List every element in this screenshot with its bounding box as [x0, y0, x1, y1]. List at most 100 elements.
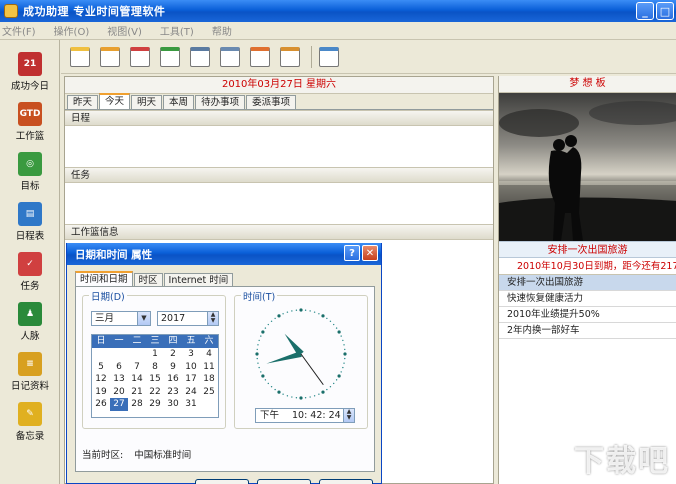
tab-3[interactable]: 本周: [163, 95, 195, 109]
toolbar: [61, 40, 676, 74]
calendar-day[interactable]: 23: [164, 386, 182, 399]
time-groupbox: 时间(T) 下午 10: 42: 24 ▲ ▼: [234, 289, 368, 429]
toolbar-button-5[interactable]: [217, 44, 243, 70]
toolbar-button-6[interactable]: [247, 44, 273, 70]
weekday-header: 日一二三四五六: [92, 335, 218, 348]
calendar-day[interactable]: 11: [200, 361, 218, 374]
calendar-day[interactable]: 27: [110, 398, 128, 411]
calendar-day[interactable]: 5: [92, 361, 110, 374]
cancel-button[interactable]: [257, 479, 311, 484]
calendar-day[interactable]: 21: [128, 386, 146, 399]
calendar-day[interactable]: 4: [200, 348, 218, 361]
nav-item-2[interactable]: ◎ 目标: [0, 146, 60, 192]
calendar-day[interactable]: 13: [110, 373, 128, 386]
ok-button[interactable]: [195, 479, 249, 484]
tab-1[interactable]: 今天: [99, 93, 131, 109]
calendar-day[interactable]: 22: [146, 386, 164, 399]
alarm-clock-icon: [280, 46, 300, 67]
calendar-day[interactable]: 25: [200, 386, 218, 399]
calendar-day[interactable]: 3: [182, 348, 200, 361]
calendar-day[interactable]: 8: [146, 361, 164, 374]
schedule-list[interactable]: [65, 126, 493, 167]
calendar-empty-cell: [200, 398, 218, 411]
time-stepper[interactable]: 下午 10: 42: 24 ▲ ▼: [255, 408, 355, 423]
calendar-day[interactable]: 17: [182, 373, 200, 386]
timezone-info: 当前时区: 中国标准时间: [82, 447, 191, 461]
calendar-day[interactable]: 18: [200, 373, 218, 386]
calendar-day[interactable]: 1: [146, 348, 164, 361]
clock-minute-marker: [282, 313, 284, 315]
nav-item-4[interactable]: ✓ 任务: [0, 246, 60, 292]
tab-5[interactable]: 委派事项: [246, 95, 297, 109]
calendar-day[interactable]: 29: [146, 398, 164, 411]
toolbar-button-7[interactable]: [277, 44, 303, 70]
tab-2[interactable]: 明天: [131, 95, 163, 109]
goal-list-item[interactable]: 2010年业绩提升50%: [499, 307, 676, 323]
calendar-day[interactable]: 31: [182, 398, 200, 411]
calendar-day[interactable]: 30: [164, 398, 182, 411]
calendar-day[interactable]: 9: [164, 361, 182, 374]
minimize-button[interactable]: _: [636, 2, 654, 20]
toolbar-button-2[interactable]: [127, 44, 153, 70]
date-time-properties-dialog: 日期和时间 属性 ? ✕ 时间和日期 时区 Internet 时间 日期(D) 三月…: [66, 243, 382, 484]
window-title: 成功助理 专业时间管理软件: [23, 5, 166, 18]
calendar-day[interactable]: 7: [128, 361, 146, 374]
clock-minute-marker: [343, 362, 345, 364]
menu-file[interactable]: 文件(F): [2, 23, 36, 38]
toolbar-button-0[interactable]: [67, 44, 93, 70]
dialog-close-button[interactable]: ✕: [362, 245, 378, 261]
calendar-day[interactable]: 26: [92, 398, 110, 411]
toolbar-button-4[interactable]: [187, 44, 213, 70]
apply-button[interactable]: [319, 479, 373, 484]
calendar-day[interactable]: 10: [182, 361, 200, 374]
calendar-day[interactable]: 19: [92, 386, 110, 399]
nav-item-7[interactable]: ✎ 备忘录: [0, 396, 60, 442]
nav-item-3[interactable]: ▤ 日程表: [0, 196, 60, 242]
menu-tools[interactable]: 工具(T): [160, 23, 194, 38]
dialog-tab-0[interactable]: 时间和日期: [75, 271, 133, 287]
menu-operate[interactable]: 操作(O): [54, 23, 90, 38]
list-document-icon: [190, 46, 210, 67]
nav-item-6[interactable]: ≡ 日记资料: [0, 346, 60, 392]
calendar-day[interactable]: 2: [164, 348, 182, 361]
contacts-icon: ♟: [18, 302, 42, 326]
task-check-icon: ✓: [18, 252, 42, 276]
year-stepper[interactable]: 2017 ▲ ▼: [157, 311, 219, 326]
nav-item-0[interactable]: 21 成功今日: [0, 46, 60, 92]
clock-minute-marker: [264, 327, 267, 329]
maximize-button[interactable]: □: [656, 2, 674, 20]
dialog-tab-2[interactable]: Internet 时间: [163, 273, 234, 287]
dialog-help-button[interactable]: ?: [344, 245, 360, 261]
calendar-day[interactable]: 20: [110, 386, 128, 399]
toolbar-button-8[interactable]: [316, 44, 342, 70]
goal-list-item[interactable]: 2年内换一部好车: [499, 323, 676, 339]
calendar-day[interactable]: 24: [182, 386, 200, 399]
clock-minute-marker: [335, 379, 338, 381]
nav-item-1[interactable]: GTD 工作篮: [0, 96, 60, 142]
clock-minute-marker: [326, 317, 328, 320]
clock-minute-marker: [329, 385, 332, 388]
calendar-day[interactable]: 16: [164, 373, 182, 386]
calendar-day[interactable]: 15: [146, 373, 164, 386]
inbox-section-header: 工作篮信息: [65, 224, 493, 240]
clock-minute-hand: [266, 351, 302, 364]
ampm-value: 下午: [260, 410, 280, 421]
toolbar-button-3[interactable]: [157, 44, 183, 70]
calendar-day[interactable]: 14: [128, 373, 146, 386]
magnifier-icon: [319, 46, 339, 67]
goal-list-item[interactable]: 快速恢复健康活力: [499, 291, 676, 307]
nav-item-5[interactable]: ♟ 人脉: [0, 296, 60, 342]
goal-list-item[interactable]: 安排一次出国旅游: [499, 275, 676, 291]
calendar-day[interactable]: 6: [110, 361, 128, 374]
menu-help[interactable]: 帮助: [212, 23, 232, 38]
tab-4[interactable]: 待办事项: [195, 95, 246, 109]
calendar-day[interactable]: 28: [128, 398, 146, 411]
menu-view[interactable]: 视图(V): [107, 23, 142, 38]
dialog-tab-1[interactable]: 时区: [133, 273, 163, 287]
clock-minute-marker: [258, 339, 260, 342]
tab-0[interactable]: 昨天: [67, 95, 99, 109]
calendar-day[interactable]: 12: [92, 373, 110, 386]
month-select[interactable]: 三月 ▼: [91, 311, 151, 326]
toolbar-button-1[interactable]: [97, 44, 123, 70]
task-list[interactable]: [65, 183, 493, 224]
